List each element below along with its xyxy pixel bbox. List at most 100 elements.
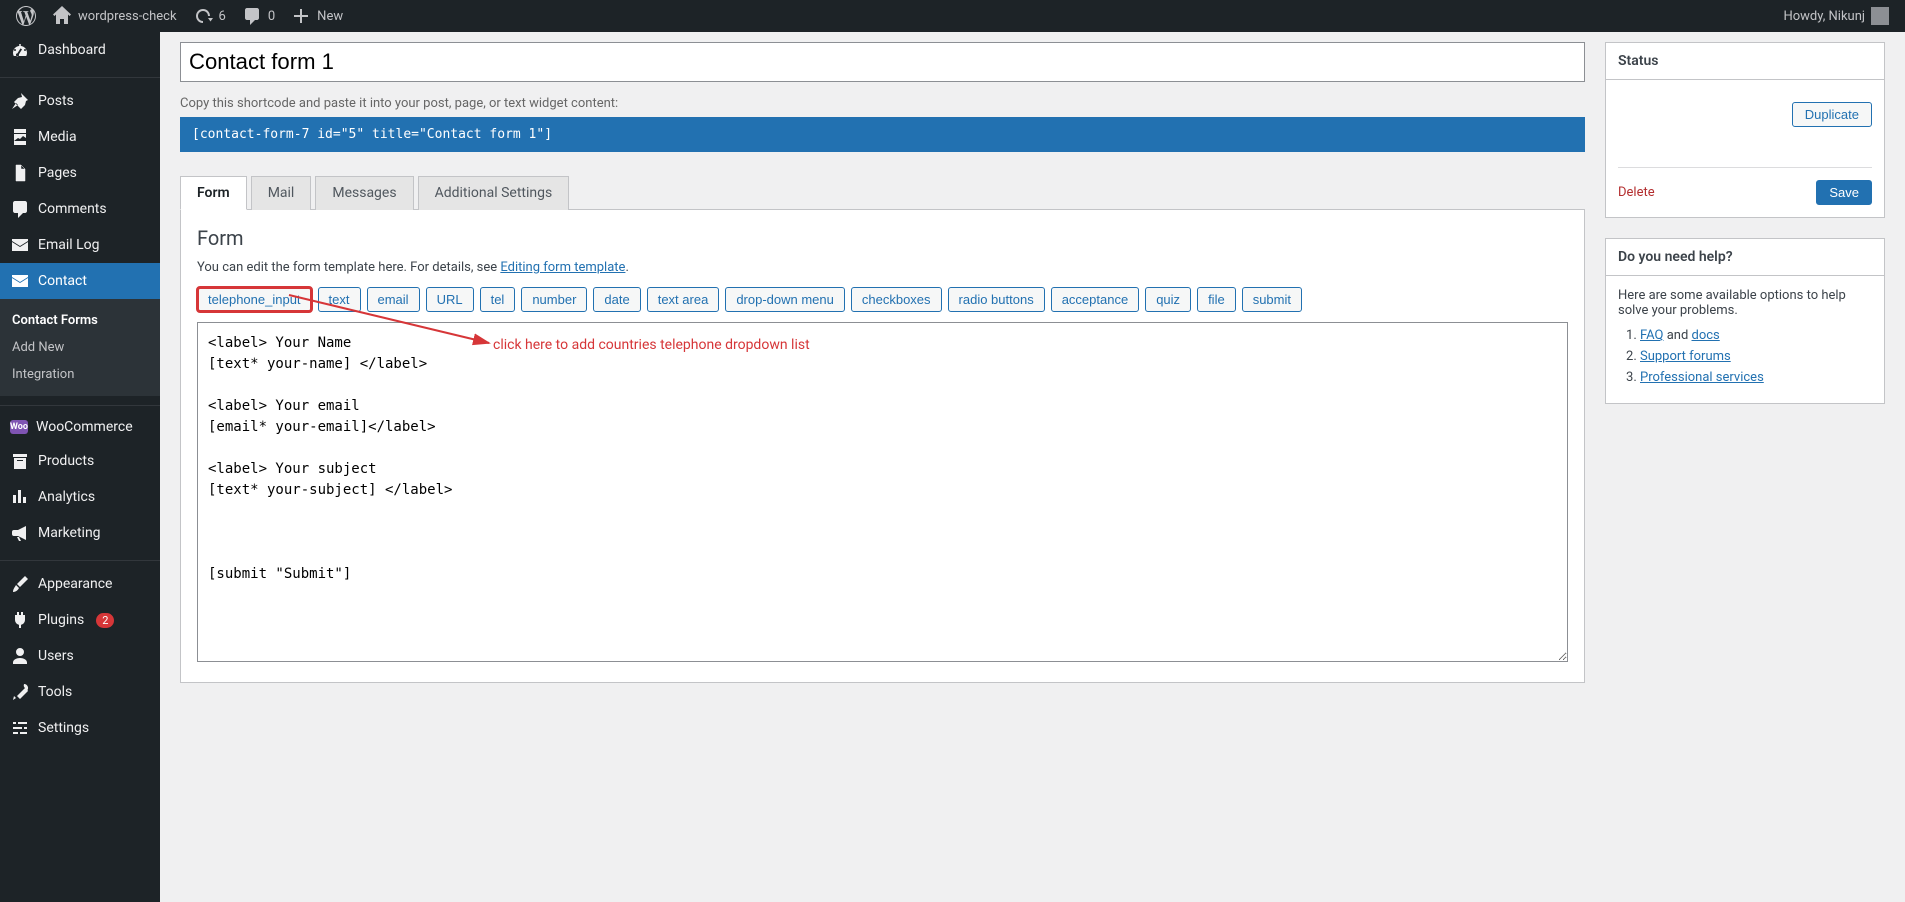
submenu-contact: Contact Forms Add New Integration [0, 299, 160, 396]
tag-radio[interactable]: radio buttons [948, 287, 1045, 312]
menu-label: Media [38, 129, 77, 145]
editor-tabs: Form Mail Messages Additional Settings [180, 176, 1585, 210]
support-forums-link[interactable]: Support forums [1640, 349, 1731, 364]
new-label: New [317, 9, 343, 24]
howdy-text: Howdy, Nikunj [1783, 9, 1865, 24]
tag-tel[interactable]: tel [480, 287, 516, 312]
plugins-badge: 2 [96, 613, 114, 628]
pin-icon [10, 91, 30, 111]
my-account-link[interactable]: Howdy, Nikunj [1775, 0, 1897, 32]
comment-icon [10, 199, 30, 219]
submenu-add-new[interactable]: Add New [0, 334, 160, 361]
submenu-integration[interactable]: Integration [0, 361, 160, 388]
tag-dropdown[interactable]: drop-down menu [725, 287, 845, 312]
tag-number[interactable]: number [521, 287, 587, 312]
editing-template-link[interactable]: Editing form template [500, 260, 625, 275]
shortcode-hint: Copy this shortcode and paste it into yo… [180, 96, 1585, 111]
form-template-textarea[interactable] [197, 322, 1568, 662]
updates-count: 6 [219, 9, 226, 24]
tag-checkboxes[interactable]: checkboxes [851, 287, 942, 312]
delete-link[interactable]: Delete [1618, 185, 1655, 200]
status-inside: Duplicate Delete Save [1606, 80, 1884, 217]
tag-url[interactable]: URL [426, 287, 474, 312]
menu-dashboard[interactable]: Dashboard [0, 32, 160, 68]
refresh-icon [193, 6, 213, 26]
help-mid: and [1663, 328, 1691, 343]
email-icon [10, 235, 30, 255]
woo-icon: Woo [10, 420, 28, 434]
tab-additional-settings[interactable]: Additional Settings [418, 176, 570, 210]
dashboard-icon [10, 40, 30, 60]
brush-icon [10, 574, 30, 594]
tag-quiz[interactable]: quiz [1145, 287, 1191, 312]
wp-logo[interactable] [8, 0, 44, 32]
shortcode-text: [contact-form-7 id="5" title="Contact fo… [192, 127, 552, 142]
comments-link[interactable]: 0 [234, 0, 283, 32]
help-item-faq: FAQ and docs [1640, 328, 1872, 343]
form-title-input[interactable] [180, 42, 1585, 82]
menu-posts[interactable]: Posts [0, 83, 160, 119]
email-icon [10, 271, 30, 291]
menu-media[interactable]: Media [0, 119, 160, 155]
menu-plugins[interactable]: Plugins2 [0, 602, 160, 638]
menu-separator [0, 556, 160, 561]
menu-pages[interactable]: Pages [0, 155, 160, 191]
submenu-contact-forms[interactable]: Contact Forms [0, 307, 160, 334]
site-name-link[interactable]: wordpress-check [44, 0, 185, 32]
desc-suffix: . [625, 260, 628, 275]
admin-bar-right: Howdy, Nikunj [1775, 0, 1897, 32]
menu-products[interactable]: Products [0, 443, 160, 479]
form-panel: Form You can edit the form template here… [180, 209, 1585, 683]
faq-link[interactable]: FAQ [1640, 328, 1663, 343]
menu-contact[interactable]: Contact [0, 263, 160, 299]
help-inside: Here are some available options to help … [1606, 276, 1884, 403]
docs-link[interactable]: docs [1692, 328, 1720, 343]
tag-submit[interactable]: submit [1242, 287, 1302, 312]
save-button[interactable]: Save [1816, 180, 1872, 205]
menu-comments[interactable]: Comments [0, 191, 160, 227]
new-content-link[interactable]: New [283, 0, 351, 32]
status-box: Status Duplicate Delete Save [1605, 42, 1885, 218]
menu-label: Analytics [38, 489, 95, 505]
menu-label: WooCommerce [36, 419, 133, 435]
menu-woocommerce[interactable]: Woo WooCommerce [0, 411, 160, 443]
help-item-forums: Support forums [1640, 349, 1872, 364]
menu-separator [0, 401, 160, 406]
tag-email[interactable]: email [367, 287, 420, 312]
tag-textarea[interactable]: text area [647, 287, 720, 312]
menu-appearance[interactable]: Appearance [0, 566, 160, 602]
updates-link[interactable]: 6 [185, 0, 234, 32]
menu-label: Email Log [38, 237, 100, 253]
page-icon [10, 163, 30, 183]
menu-label: Users [38, 648, 74, 664]
menu-users[interactable]: Users [0, 638, 160, 674]
tab-mail[interactable]: Mail [251, 176, 312, 210]
menu-marketing[interactable]: Marketing [0, 515, 160, 551]
analytics-icon [10, 487, 30, 507]
home-icon [52, 6, 72, 26]
duplicate-button[interactable]: Duplicate [1792, 102, 1872, 127]
menu-email-log[interactable]: Email Log [0, 227, 160, 263]
tag-acceptance[interactable]: acceptance [1051, 287, 1140, 312]
menu-settings[interactable]: Settings [0, 710, 160, 746]
tag-date[interactable]: date [593, 287, 640, 312]
tag-file[interactable]: file [1197, 287, 1236, 312]
desc-prefix: You can edit the form template here. For… [197, 260, 500, 275]
menu-analytics[interactable]: Analytics [0, 479, 160, 515]
help-box: Do you need help? Here are some availabl… [1605, 238, 1885, 404]
menu-label: Tools [38, 684, 72, 700]
tag-text[interactable]: text [318, 287, 361, 312]
tab-messages[interactable]: Messages [315, 176, 413, 210]
tag-telephone-input[interactable]: telephone_input [197, 287, 312, 312]
menu-tools[interactable]: Tools [0, 674, 160, 710]
shortcode-box[interactable]: [contact-form-7 id="5" title="Contact fo… [180, 117, 1585, 152]
help-intro: Here are some available options to help … [1618, 288, 1872, 318]
professional-services-link[interactable]: Professional services [1640, 370, 1764, 385]
avatar [1871, 7, 1889, 25]
panel-description: You can edit the form template here. For… [197, 260, 1568, 275]
menu-label: Appearance [38, 576, 112, 592]
menu-label: Marketing [38, 525, 101, 541]
wrench-icon [10, 682, 30, 702]
tab-form[interactable]: Form [180, 176, 247, 210]
main-column: Copy this shortcode and paste it into yo… [180, 42, 1585, 683]
